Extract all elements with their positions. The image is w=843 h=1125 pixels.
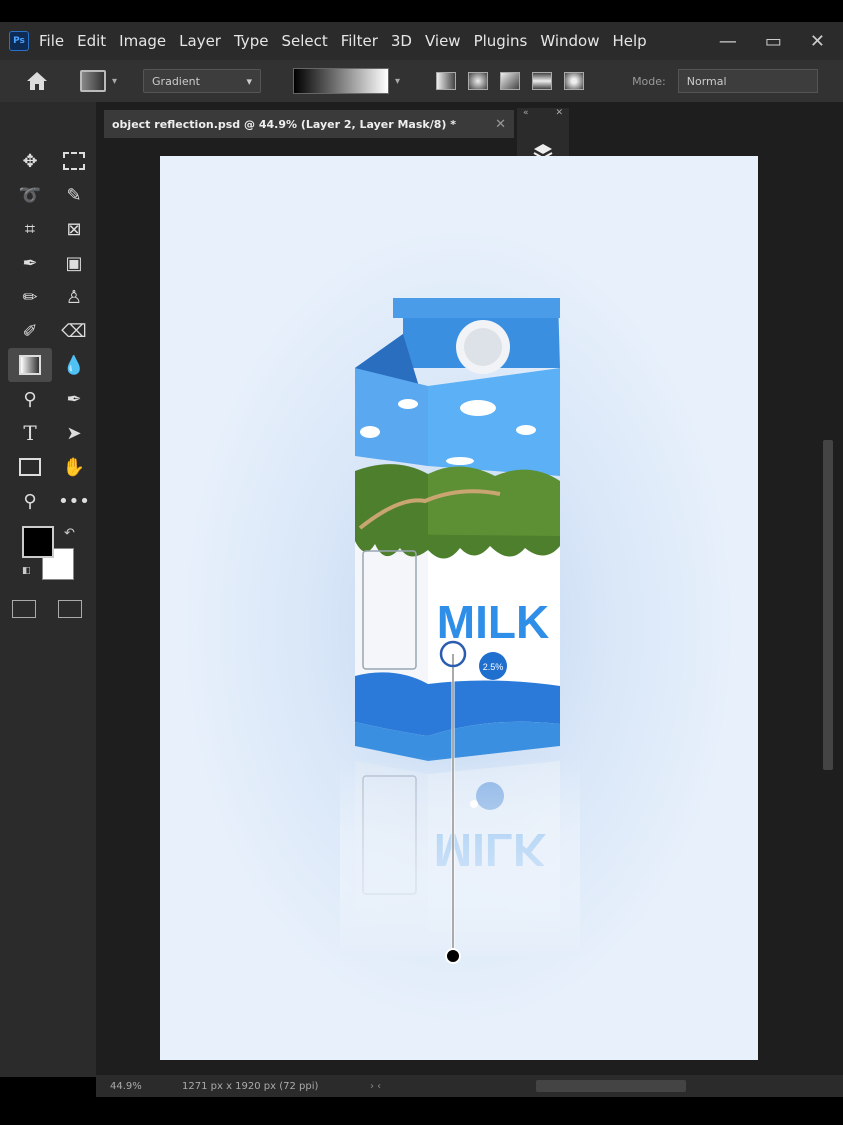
angle-gradient-button[interactable] <box>500 72 521 90</box>
dodge-tool-icon[interactable]: ⚲ <box>8 382 52 416</box>
cloud <box>460 400 496 416</box>
menu-image[interactable]: Image <box>119 32 166 50</box>
foreground-color-swatch[interactable] <box>22 526 54 558</box>
quick-selection-tool-icon[interactable]: ✎ <box>52 178 96 212</box>
document-tab[interactable]: object reflection.psd @ 44.9% (Layer 2, … <box>104 110 514 138</box>
horizontal-scrollbar-thumb[interactable] <box>536 1080 686 1092</box>
vertical-scrollbar-thumb[interactable] <box>823 440 833 770</box>
marquee-tool-icon[interactable] <box>52 144 96 178</box>
clone-stamp-tool-icon[interactable]: ♙ <box>52 280 96 314</box>
mode-buttons <box>12 600 82 618</box>
menu-filter[interactable]: Filter <box>341 32 378 50</box>
gradient-midpoint-handle[interactable] <box>470 800 478 808</box>
menu-view[interactable]: View <box>425 32 461 50</box>
menu-plugins[interactable]: Plugins <box>474 32 528 50</box>
type-tool-icon[interactable]: T <box>8 416 52 450</box>
cloud <box>446 457 474 465</box>
pen-tool-icon[interactable]: ✒ <box>52 382 96 416</box>
history-brush-tool-icon[interactable]: ✐ <box>8 314 52 348</box>
cloud <box>360 426 380 438</box>
crop-tool-icon[interactable]: ⌗ <box>8 212 52 246</box>
status-arrows[interactable]: › ‹ <box>370 1081 400 1092</box>
gradient-type-buttons <box>436 72 585 90</box>
path-selection-tool-icon[interactable]: ➤ <box>52 416 96 450</box>
carton-cap-inner <box>464 328 502 366</box>
photoshop-logo-icon: Ps <box>9 31 29 51</box>
window-controls: — ▭ ✕ <box>719 22 825 60</box>
reflection-fade <box>340 756 580 956</box>
menu-bar: Ps File Edit Image Layer Type Select Fil… <box>0 22 843 60</box>
swap-colors-icon[interactable]: ↶ <box>64 526 75 541</box>
panel-close-icon[interactable]: ✕ <box>555 108 563 124</box>
color-swatches: ↶ ◧ <box>22 526 82 586</box>
chevron-down-icon[interactable]: ▾ <box>112 76 117 87</box>
minimize-button[interactable]: — <box>719 31 737 52</box>
milk-carton-artwork: MILK 2.5% MILK <box>340 298 580 964</box>
status-bar: 44.9% 1271 px x 1920 px (72 ppi) › ‹ <box>96 1075 843 1097</box>
gradient-tool-icon[interactable] <box>8 348 52 382</box>
zoom-tool-icon[interactable]: ⚲ <box>8 484 52 518</box>
document-canvas[interactable]: MILK 2.5% MILK <box>160 156 758 1060</box>
document-dimensions: 1271 px x 1920 px (72 ppi) <box>182 1080 319 1092</box>
zoom-level[interactable]: 44.9% <box>110 1081 182 1092</box>
menu-help[interactable]: Help <box>612 32 646 50</box>
blur-tool-icon[interactable]: 💧 <box>52 348 96 382</box>
menu-edit[interactable]: Edit <box>77 32 106 50</box>
close-tab-icon[interactable]: ✕ <box>495 117 506 132</box>
screen-mode-icon[interactable] <box>58 600 82 618</box>
options-bar: ▾ Gradient ▾ ▾ Mode: Normal <box>0 60 843 102</box>
default-colors-icon[interactable]: ◧ <box>22 566 34 578</box>
panel-collapse-icon[interactable]: « <box>523 108 529 124</box>
gradient-preset-dropdown[interactable]: Gradient ▾ <box>143 69 262 93</box>
menu-3d[interactable]: 3D <box>391 32 412 50</box>
chevron-down-icon: ▾ <box>246 74 253 88</box>
move-tool-icon[interactable]: ✥ <box>8 144 52 178</box>
diamond-gradient-button[interactable] <box>564 72 585 90</box>
menu-type[interactable]: Type <box>234 32 268 50</box>
brand-label: MILK <box>437 596 549 648</box>
top-letterbox <box>0 0 843 22</box>
mode-dropdown[interactable]: Normal <box>677 69 818 93</box>
menu-window[interactable]: Window <box>540 32 599 50</box>
gradient-preset-label: Gradient <box>152 74 200 88</box>
chevron-down-icon[interactable]: ▾ <box>395 76 400 87</box>
fat-badge-label: 2.5% <box>483 662 504 672</box>
menu-select[interactable]: Select <box>281 32 327 50</box>
lasso-tool-icon[interactable]: ➰ <box>8 178 52 212</box>
tools-panel: ✥ ➰ ✎ ⌗ ⊠ ✒ ▣ ✏ ♙ ✐ ⌫ 💧 ⚲ ✒ T ➤ ✋ ⚲ ••• … <box>0 102 96 1077</box>
quick-mask-icon[interactable] <box>12 600 36 618</box>
hand-tool-icon[interactable]: ✋ <box>52 450 96 484</box>
more-tools-icon[interactable]: ••• <box>52 484 96 518</box>
restore-button[interactable]: ▭ <box>765 31 782 52</box>
home-icon[interactable] <box>24 68 50 94</box>
eyedropper-tool-icon[interactable]: ✒ <box>8 246 52 280</box>
gradient-end-handle[interactable] <box>445 948 461 964</box>
menu-layer[interactable]: Layer <box>179 32 221 50</box>
carton-top-seal <box>393 298 560 318</box>
frame-tool-icon[interactable]: ⊠ <box>52 212 96 246</box>
close-window-button[interactable]: ✕ <box>810 31 825 52</box>
vertical-scrollbar[interactable] <box>820 140 834 1070</box>
cloud <box>516 425 536 435</box>
linear-gradient-button[interactable] <box>436 72 457 90</box>
cloud <box>398 399 418 409</box>
menu-file[interactable]: File <box>39 32 64 50</box>
bottom-letterbox <box>0 1097 843 1125</box>
eraser-tool-icon[interactable]: ⌫ <box>52 314 96 348</box>
spot-healing-tool-icon[interactable]: ▣ <box>52 246 96 280</box>
gradient-tool-preset-icon[interactable] <box>80 70 106 92</box>
gradient-swatch[interactable] <box>293 68 390 94</box>
rectangle-tool-icon[interactable] <box>8 450 52 484</box>
radial-gradient-button[interactable] <box>468 72 489 90</box>
mode-label: Mode: <box>632 74 666 88</box>
brush-tool-icon[interactable]: ✏ <box>8 280 52 314</box>
document-tab-title: object reflection.psd @ 44.9% (Layer 2, … <box>112 117 456 131</box>
reflected-gradient-button[interactable] <box>532 72 553 90</box>
